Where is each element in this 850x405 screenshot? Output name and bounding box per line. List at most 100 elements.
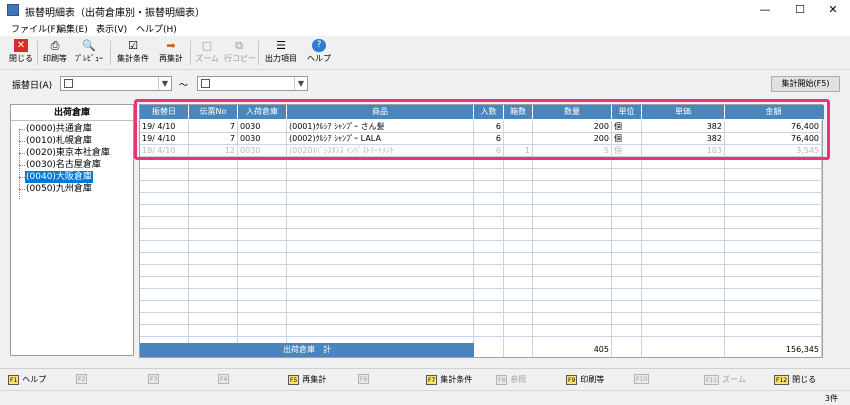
fkey-f3[interactable]: F3 [148,374,162,384]
warehouse-item[interactable]: (0050)九州倉庫 [25,183,93,195]
warehouse-item[interactable]: (0030)名古屋倉庫 [25,159,102,171]
table-row[interactable]: 19/ 4/10 7 0030 (0002)ｸﾙｼｱ ｼｬﾝﾌﾟｰ LALA 6… [140,133,824,145]
empty-cell [140,169,189,181]
date-from-combo[interactable]: ▼ [60,76,172,91]
arrow-right-icon: ➡ [166,39,176,52]
empty-cell [189,241,238,253]
empty-cell [474,193,504,205]
empty-table-row[interactable] [140,289,824,301]
fkey-label: 閉じる [792,375,817,384]
date-to-combo[interactable]: ▼ [197,76,308,91]
menu-view[interactable]: 表示(V) [96,22,127,35]
start-aggregate-button[interactable]: 集計開始(F5) [771,76,840,92]
column-header[interactable]: 振替日 [140,105,189,119]
conditions-button[interactable]: ☑ 集計条件 [114,39,152,67]
fkey-f6[interactable]: F6 [358,374,372,384]
column-header[interactable]: 数量 [533,105,612,119]
row-copy-button[interactable]: ⧉ 行コピー [224,39,256,67]
empty-table-row[interactable] [140,229,824,241]
warehouse-panel: 出荷倉庫 (0000)共通倉庫 (0010)札幌倉庫 (0020)東京本社倉庫 … [10,104,134,356]
total-empty-cell [642,343,725,357]
empty-table-row[interactable] [140,169,824,181]
warehouse-panel-header: 出荷倉庫 [11,105,133,121]
empty-cell [504,277,533,289]
zoom-button[interactable]: ▢ ズーム [195,39,219,67]
fkey-f11[interactable]: F11 ズーム [704,374,746,385]
table-row[interactable]: 19/ 4/10 12 0030 (0020)ﾊﾟｼｽﾀﾝｽ ｲﾝﾊﾞｽﾄﾘｰﾄ… [140,145,824,157]
column-header[interactable]: 単価 [642,105,725,119]
warehouse-item[interactable]: (0000)共通倉庫 [25,123,93,135]
warehouse-item[interactable]: (0020)東京本社倉庫 [25,147,111,159]
fkey-f1[interactable]: F1 ヘルプ [8,374,46,385]
recalc-button[interactable]: ➡ 再集計 [156,39,186,67]
empty-cell [612,253,642,265]
column-header[interactable]: 商品 [287,105,474,119]
empty-cell [474,289,504,301]
fkey-f4[interactable]: F4 [218,374,232,384]
close-button[interactable]: ✕ 閉じる [8,39,34,67]
empty-table-row[interactable] [140,325,824,337]
table-row[interactable]: 19/ 4/10 7 0030 (0001)ｸﾙｼｱ ｼｬﾝﾌﾟｰ さん髪 6 … [140,121,824,133]
empty-cell [189,253,238,265]
chevron-down-icon[interactable]: ▼ [158,77,171,90]
fkey-f2[interactable]: F2 [76,374,90,384]
empty-cell [287,325,474,337]
print-button[interactable]: ⎙ 印刷等 [41,39,69,67]
maximize-icon[interactable]: ☐ [783,0,817,20]
printer-icon: ⎙ [50,39,60,52]
fkey-f5[interactable]: F5 再集計 [288,374,326,385]
empty-table-row[interactable] [140,217,824,229]
minimize-icon[interactable]: — [748,0,782,20]
detail-grid[interactable]: 振替日 伝票No 入荷倉庫 商品 入数 箱数 数量 単位 単価 金額 19/ 4… [139,104,824,358]
empty-table-row[interactable] [140,241,824,253]
empty-cell [612,217,642,229]
column-header[interactable]: 入数 [474,105,504,119]
fkey-f8[interactable]: F8 参照 [496,374,526,385]
empty-cell [140,277,189,289]
empty-table-row[interactable] [140,313,824,325]
menu-file[interactable]: ファイル(F) [11,22,59,35]
column-header[interactable]: 金額 [725,105,822,119]
empty-cell [504,205,533,217]
warehouse-item[interactable]: (0010)札幌倉庫 [25,135,93,147]
menu-help[interactable]: ヘルプ(H) [136,22,177,35]
empty-table-row[interactable] [140,265,824,277]
close-icon[interactable]: ✕ [816,0,850,20]
help-button[interactable]: ? ヘルプ [306,39,332,67]
chevron-down-icon[interactable]: ▼ [294,77,307,90]
empty-cell [287,157,474,169]
empty-cell [725,169,822,181]
empty-cell [189,277,238,289]
empty-table-row[interactable] [140,205,824,217]
empty-cell [140,301,189,313]
empty-cell [725,205,822,217]
date-to-checkbox[interactable] [201,79,210,88]
menu-edit[interactable]: 編集(E) [57,22,88,35]
empty-table-row[interactable] [140,277,824,289]
empty-cell [612,169,642,181]
fkey-f7[interactable]: F7 集計条件 [426,374,472,385]
fkey-f12[interactable]: F12 閉じる [774,374,816,385]
empty-cell [140,193,189,205]
empty-table-row[interactable] [140,193,824,205]
column-header[interactable]: 伝票No [189,105,238,119]
column-header[interactable]: 入荷倉庫 [238,105,287,119]
cell-boxes [504,133,533,145]
preview-button[interactable]: 🔍 ﾌﾟﾚﾋﾞｭｰ [72,39,106,67]
toolbar-separator [258,41,259,65]
fkey-f10[interactable]: F10 [634,374,652,384]
empty-table-row[interactable] [140,253,824,265]
date-from-checkbox[interactable] [64,79,73,88]
column-header[interactable]: 単位 [612,105,642,119]
output-items-button[interactable]: ☰ 出力項目 [262,39,300,67]
empty-cell [189,325,238,337]
fkey-f9[interactable]: F9 印刷等 [566,374,604,385]
column-header[interactable]: 箱数 [504,105,533,119]
empty-table-row[interactable] [140,181,824,193]
empty-table-row[interactable] [140,301,824,313]
filter-bar: 振替日(A) ▼ 〜 ▼ 集計開始(F5) [0,70,850,96]
empty-cell [504,157,533,169]
warehouse-item-selected[interactable]: (0040)大阪倉庫 [25,171,93,183]
empty-table-row[interactable] [140,157,824,169]
help-icon: ? [312,39,326,52]
